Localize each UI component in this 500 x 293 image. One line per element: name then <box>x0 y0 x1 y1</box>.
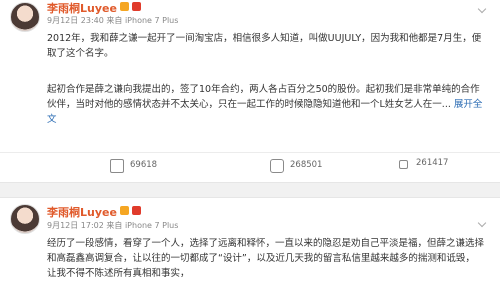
post-meta: 9月12日 17:02 来自 iPhone 7 Plus <box>47 221 179 230</box>
username-text[interactable]: 李雨桐Luyee <box>47 206 117 219</box>
vip-badge-icon <box>131 2 141 11</box>
repost-icon <box>110 159 124 173</box>
chevron-down-icon[interactable] <box>477 218 487 228</box>
post-paragraph: 经历了一段感情，看穿了一个人，选择了远离和释怀，一直以来的隐忍是劝自己平淡是福，… <box>47 238 485 279</box>
weibo-post-1: 李雨桐Luyee 9月12日 23:40 来自 iPhone 7 Plus 20… <box>0 0 500 182</box>
like-button[interactable]: 261417 <box>398 157 448 169</box>
username[interactable]: 李雨桐Luyee <box>47 0 141 16</box>
vip-badge-icon <box>131 206 141 215</box>
post-actions: 69618 268501 261417 <box>0 152 500 173</box>
repost-button[interactable]: 69618 <box>110 157 157 173</box>
username[interactable]: 李雨桐Luyee <box>47 204 141 220</box>
vip-badge-icon <box>119 206 129 215</box>
post-paragraph: 2012年，我和薛之谦一起开了一间淘宝店，相信很多人知道，叫做UUJULY，因为… <box>47 33 482 59</box>
like-icon <box>398 157 410 169</box>
comment-count: 268501 <box>290 160 323 170</box>
post-paragraph-text: 起初合作是薛之谦向我提出的，签了10年合约，两人各占百分之50的股份。起初我们是… <box>47 84 480 110</box>
repost-count: 69618 <box>130 160 158 170</box>
post-meta: 9月12日 23:40 来自 iPhone 7 Plus <box>47 16 179 25</box>
comment-icon <box>270 159 284 173</box>
post-paragraph: 起初合作是薛之谦向我提出的，签了10年合约，两人各占百分之50的股份。起初我们是… <box>47 82 484 127</box>
avatar[interactable] <box>10 2 40 32</box>
vip-badge-icon <box>119 2 129 11</box>
chevron-down-icon[interactable] <box>477 4 487 14</box>
comment-button[interactable]: 268501 <box>270 157 322 173</box>
like-count: 261417 <box>416 158 449 168</box>
ellipsis: ... <box>441 99 454 110</box>
username-text[interactable]: 李雨桐Luyee <box>47 2 117 15</box>
weibo-post-2: 李雨桐Luyee 9月12日 17:02 来自 iPhone 7 Plus 经历… <box>0 196 500 293</box>
avatar[interactable] <box>10 204 40 234</box>
